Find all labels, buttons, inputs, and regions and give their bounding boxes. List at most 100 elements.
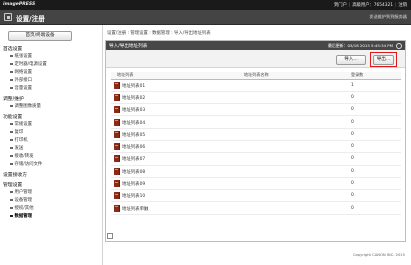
page-title: 设置/注册 — [16, 15, 45, 23]
top-bar: imagePRESS 到门户 | 高级用户：7654321 | 注销 — [0, 0, 411, 10]
breadcrumb[interactable]: 设置/注册 : 管理设置 : 数据管理 : 导入/导出地址列表 — [107, 30, 211, 36]
table-row[interactable]: 地址列表03 0 — [111, 103, 401, 117]
panel-toolbar: 导入... 导出... — [106, 50, 405, 68]
address-book-icon — [114, 180, 120, 188]
address-list-panel: 导入/导出地址列表 最后更新：05/18 2015 5:45:34 PM 导入.… — [105, 40, 406, 242]
address-book-icon — [114, 106, 120, 114]
bullet-icon — [10, 54, 13, 58]
bullet-icon — [10, 162, 13, 166]
sidebar-item-general[interactable]: 常规设置 — [10, 121, 32, 127]
settings-home-icon — [4, 13, 12, 21]
column-list-name: 地址列表名称 — [238, 72, 345, 80]
separator: | — [394, 2, 397, 8]
sidebar-item-network[interactable]: 网络设置 — [10, 69, 32, 75]
bullet-icon — [10, 130, 13, 134]
bullet-icon — [10, 78, 13, 82]
copyright: Copyright CANON INC. 2015 — [352, 253, 405, 257]
table-row[interactable]: 地址列表04 0 — [111, 115, 401, 129]
sidebar-item-printer[interactable]: 打印机 — [10, 137, 28, 143]
bullet-icon — [10, 104, 13, 108]
logout-link[interactable]: 注销 — [398, 2, 407, 8]
address-list-link[interactable]: 地址列表08 — [122, 170, 145, 175]
sidebar-item-store-access[interactable]: 存储/访问文件 — [10, 161, 42, 167]
table-row[interactable]: 地址列表08 0 — [111, 165, 401, 178]
export-button[interactable]: 导出... — [373, 54, 394, 65]
top-links: 到门户 | 高级用户：7654321 | 注销 — [334, 2, 407, 9]
address-list-link[interactable]: 地址列表01 — [122, 84, 145, 89]
panel-header: 导入/导出地址列表 最后更新：05/18 2015 5:45:34 PM — [106, 41, 405, 50]
table-row[interactable]: 地址列表01 1 — [111, 79, 401, 92]
sidebar-item-receive-forward[interactable]: 接收/转发 — [10, 153, 34, 159]
sidebar-section-function[interactable]: 功能设置 — [3, 113, 22, 120]
panel-title: 导入/导出地址列表 — [109, 43, 148, 49]
table-header: 地址列表 地址列表名称 登录数 — [111, 72, 401, 80]
table-row[interactable]: 地址列表单触 0 — [111, 201, 401, 215]
sidebar-item-user-management[interactable]: 用户管理 — [10, 189, 32, 195]
address-book-icon — [114, 81, 120, 89]
sidebar-item-image-quality[interactable]: 调整图像质量 — [10, 103, 41, 109]
sidebar-item-paper-settings[interactable]: 纸张设置 — [10, 53, 32, 59]
last-updated: 最后更新：05/18 2015 5:45:34 PM — [328, 43, 393, 48]
table-row[interactable]: 地址列表02 0 — [111, 91, 401, 105]
sidebar-item-external-interface[interactable]: 外部接口 — [10, 77, 32, 83]
sidebar-section-management[interactable]: 管理设置 — [3, 181, 22, 188]
select-checkbox[interactable] — [107, 233, 113, 239]
address-list-link[interactable]: 地址列表10 — [122, 194, 145, 199]
bullet-icon — [10, 214, 13, 218]
bullet-icon — [10, 62, 13, 66]
bullet-icon — [10, 86, 13, 90]
address-list-link[interactable]: 地址列表02 — [122, 96, 145, 101]
address-list-link[interactable]: 地址列表06 — [122, 145, 145, 150]
address-list-link[interactable]: 地址列表单触 — [122, 207, 148, 212]
sidebar-section-adjustment[interactable]: 调整/维护 — [3, 95, 24, 102]
address-list-link[interactable]: 地址列表07 — [122, 157, 145, 162]
sidebar-item-data-management[interactable]: 数据管理 — [10, 213, 32, 219]
bullet-icon — [10, 122, 13, 126]
send-maintenance-link[interactable]: 发送维护到到服务器 — [369, 14, 407, 20]
table-row[interactable]: 地址列表06 0 — [111, 140, 401, 154]
column-count: 登录数 — [345, 72, 401, 80]
export-highlight: 导出... — [370, 52, 397, 67]
address-book-icon — [114, 130, 120, 138]
home-button[interactable]: 首页/终端设备 — [8, 31, 72, 41]
bullet-icon — [10, 138, 13, 142]
address-book-icon — [114, 192, 120, 200]
sidebar-section-preferences[interactable]: 首选设置 — [3, 45, 22, 52]
table-row[interactable]: 地址列表07 0 — [111, 152, 401, 166]
bullet-icon — [10, 70, 13, 74]
user-info: 高级用户：7654321 — [352, 3, 393, 8]
table-row[interactable]: 地址列表05 0 — [111, 128, 401, 141]
sidebar-item-device-management[interactable]: 设备管理 — [10, 197, 32, 203]
address-book-icon — [114, 118, 120, 126]
bullet-icon — [10, 146, 13, 150]
sidebar-item-license[interactable]: 授权/其他 — [10, 205, 34, 211]
table-row[interactable]: 地址列表09 0 — [111, 177, 401, 191]
address-list-table: 地址列表 地址列表名称 登录数 地址列表01 1 地址列表02 0 地址列表03 0 … — [111, 72, 401, 215]
address-book-icon — [114, 143, 120, 151]
import-button[interactable]: 导入... — [336, 55, 366, 65]
refresh-icon[interactable] — [396, 42, 402, 49]
sidebar: 首页/终端设备 首选设置 纸张设置 定时器/电源设置 网络设置 外部接口 音量设… — [0, 25, 103, 265]
address-book-icon — [114, 204, 120, 212]
bullet-icon — [10, 154, 13, 158]
sidebar-item-send[interactable]: 发送 — [10, 145, 23, 151]
portal-link[interactable]: 到门户 — [334, 2, 347, 8]
title-bar: 设置/注册 发送维护到到服务器 — [0, 10, 411, 25]
table-row[interactable]: 地址列表10 0 — [111, 189, 401, 203]
bullet-icon — [10, 206, 13, 210]
address-list-link[interactable]: 地址列表03 — [122, 108, 145, 113]
bullet-icon — [10, 190, 13, 194]
address-book-icon — [114, 155, 120, 163]
address-book-icon — [114, 93, 120, 101]
separator: | — [348, 2, 351, 8]
sidebar-item-volume[interactable]: 音量设置 — [10, 85, 32, 91]
sidebar-section-destination[interactable]: 设置接收方 — [3, 171, 27, 178]
brand-logo: imagePRESS — [3, 2, 36, 7]
address-list-link[interactable]: 地址列表05 — [122, 133, 145, 138]
sidebar-item-timer-power[interactable]: 定时器/电源设置 — [10, 61, 47, 67]
address-list-link[interactable]: 地址列表09 — [122, 182, 145, 187]
address-list-link[interactable]: 地址列表04 — [122, 121, 145, 126]
bullet-icon — [10, 198, 13, 202]
column-address-list: 地址列表 — [111, 72, 238, 80]
sidebar-item-copy[interactable]: 复印 — [10, 129, 23, 135]
